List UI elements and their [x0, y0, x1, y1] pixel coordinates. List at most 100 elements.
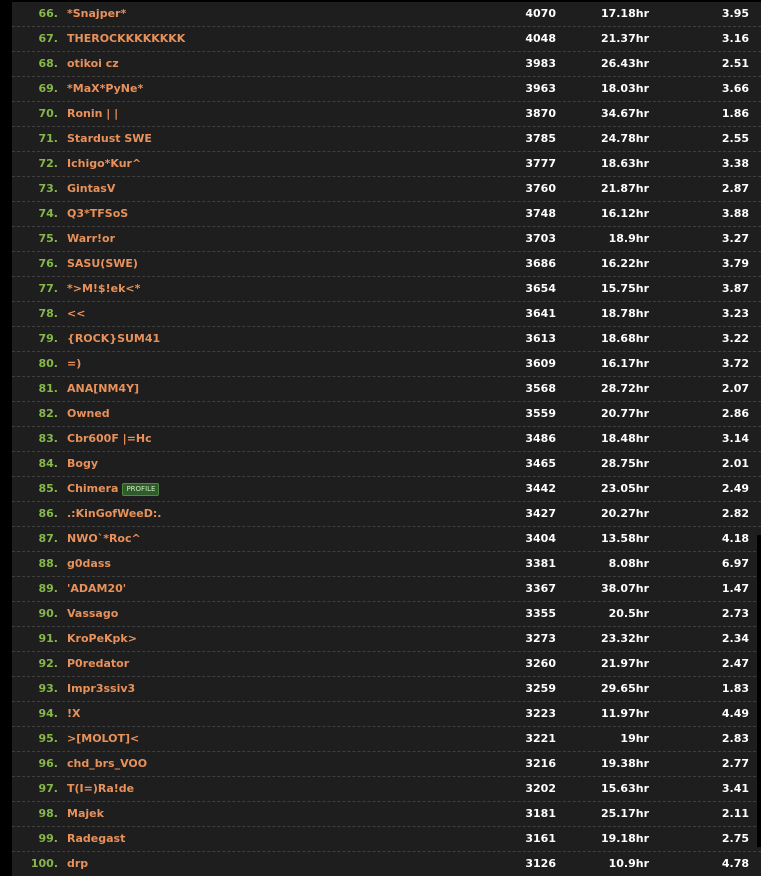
- player-name-link[interactable]: Bogy: [67, 452, 98, 476]
- player-score: 3367: [525, 582, 556, 595]
- player-name-link[interactable]: Cbr600F |=Hc: [67, 427, 152, 451]
- player-time: 34.67hr: [600, 107, 649, 120]
- player-ratio: 3.88: [721, 207, 749, 220]
- player-row: 74. Q3*TFSoS 3748 16.12hr 3.88: [12, 202, 761, 227]
- player-score: 3404: [525, 532, 556, 545]
- player-ratio: 1.86: [721, 107, 749, 120]
- player-ratio: 2.77: [721, 757, 749, 770]
- player-row: 82. Owned 3559 20.77hr 2.86: [12, 402, 761, 427]
- player-name-link[interactable]: .:KinGofWeeD:.: [67, 502, 161, 526]
- player-score: 3202: [525, 782, 556, 795]
- player-row: 67. THEROCKKKKKKKK 4048 21.37hr 3.16: [12, 27, 761, 52]
- player-score: 3568: [525, 382, 556, 395]
- player-time: 16.22hr: [600, 257, 649, 270]
- player-name: SASU(SWE): [67, 257, 138, 270]
- player-score: 3216: [525, 757, 556, 770]
- profile-badge[interactable]: PROFILE: [122, 483, 160, 496]
- player-name-link[interactable]: KroPeKpk>: [67, 627, 137, 651]
- player-row: 79. {ROCK}SUM41 3613 18.68hr 3.22: [12, 327, 761, 352]
- player-ratio: 3.72: [721, 357, 749, 370]
- player-name-link[interactable]: =): [67, 352, 81, 376]
- player-row: 94. !X 3223 11.97hr 4.49: [12, 702, 761, 727]
- player-name: *>M!$!ek<*: [67, 282, 141, 295]
- player-ratio: 3.16: [721, 32, 749, 45]
- player-time: 18.78hr: [600, 307, 649, 320]
- player-rank: 76.: [38, 257, 59, 270]
- player-row: 93. Impr3ssiv3 3259 29.65hr 1.83: [12, 677, 761, 702]
- player-score: 3181: [525, 807, 556, 820]
- player-ratio: 2.51: [721, 57, 749, 70]
- player-score: 3442: [525, 482, 556, 495]
- player-name-link[interactable]: THEROCKKKKKKKK: [67, 27, 185, 51]
- player-name-link[interactable]: chd_brs_VOO: [67, 752, 147, 776]
- player-time: 18.9hr: [608, 232, 649, 245]
- player-rank: 71.: [38, 132, 59, 145]
- player-score: 3126: [525, 857, 556, 870]
- player-name-link[interactable]: Owned: [67, 402, 110, 426]
- player-row: 99. Radegast 3161 19.18hr 2.75: [12, 827, 761, 852]
- player-ratio: 1.47: [721, 582, 749, 595]
- player-name-link[interactable]: drp: [67, 852, 88, 876]
- player-name-link[interactable]: !X: [67, 702, 81, 726]
- player-name-link[interactable]: *Snajper*: [67, 2, 126, 26]
- player-name: <<: [67, 307, 86, 320]
- player-name-link[interactable]: Q3*TFSoS: [67, 202, 128, 226]
- player-name: chd_brs_VOO: [67, 757, 148, 770]
- player-name-link[interactable]: NWO`*Roc^: [67, 527, 141, 551]
- player-name-link[interactable]: SASU(SWE): [67, 252, 138, 276]
- player-score: 3686: [525, 257, 556, 270]
- player-name-link[interactable]: P0redator: [67, 652, 129, 676]
- player-row: 76. SASU(SWE) 3686 16.22hr 3.79: [12, 252, 761, 277]
- player-name-link[interactable]: Impr3ssiv3: [67, 677, 135, 701]
- player-name-link[interactable]: 'ADAM20': [67, 577, 126, 601]
- player-name-link[interactable]: Chimera PROFILE: [67, 477, 160, 501]
- player-time: 10.9hr: [608, 857, 649, 870]
- player-time: 29.65hr: [600, 682, 649, 695]
- player-rank: 99.: [38, 832, 59, 845]
- player-name: =): [67, 357, 82, 370]
- player-rank: 70.: [38, 107, 59, 120]
- player-score: 3161: [525, 832, 556, 845]
- player-row: 84. Bogy 3465 28.75hr 2.01: [12, 452, 761, 477]
- page-edge: [757, 535, 761, 847]
- player-name-link[interactable]: Stardust SWE: [67, 127, 152, 151]
- player-rank: 98.: [38, 807, 59, 820]
- player-name: Ichigo*Kur^: [67, 157, 142, 170]
- player-time: 16.12hr: [600, 207, 649, 220]
- player-name-link[interactable]: <<: [67, 302, 85, 326]
- player-name-link[interactable]: g0dass: [67, 552, 111, 576]
- player-ratio: 2.86: [721, 407, 749, 420]
- player-time: 19.18hr: [600, 832, 649, 845]
- player-name: P0redator: [67, 657, 130, 670]
- player-name-link[interactable]: Radegast: [67, 827, 125, 851]
- player-name-link[interactable]: *MaX*PyNe*: [67, 77, 143, 101]
- player-row: 70. Ronin | | 3870 34.67hr 1.86: [12, 102, 761, 127]
- player-name-link[interactable]: Ronin | |: [67, 102, 118, 126]
- player-name: *Snajper*: [67, 7, 127, 20]
- player-time: 16.17hr: [600, 357, 649, 370]
- player-rank: 75.: [38, 232, 59, 245]
- player-row: 86. .:KinGofWeeD:. 3427 20.27hr 2.82: [12, 502, 761, 527]
- player-name: Impr3ssiv3: [67, 682, 136, 695]
- player-name-link[interactable]: {ROCK}SUM41: [67, 327, 160, 351]
- player-score: 3654: [525, 282, 556, 295]
- player-name-link[interactable]: T(I=)Ra!de: [67, 777, 134, 801]
- player-name-link[interactable]: Majek: [67, 802, 104, 826]
- player-name-link[interactable]: ANA[NM4Y]: [67, 377, 139, 401]
- player-name-link[interactable]: >[MOLOT]<: [67, 727, 139, 751]
- player-name-link[interactable]: Vassago: [67, 602, 118, 626]
- player-name-link[interactable]: Warr!or: [67, 227, 115, 251]
- player-ratio: 3.87: [721, 282, 749, 295]
- player-name: Q3*TFSoS: [67, 207, 129, 220]
- player-name-link[interactable]: Ichigo*Kur^: [67, 152, 141, 176]
- player-time: 18.63hr: [600, 157, 649, 170]
- player-row: 77. *>M!$!ek<* 3654 15.75hr 3.87: [12, 277, 761, 302]
- player-rank: 66.: [38, 7, 59, 20]
- player-score: 3609: [525, 357, 556, 370]
- player-name-link[interactable]: GintasV: [67, 177, 115, 201]
- player-row: 72. Ichigo*Kur^ 3777 18.63hr 3.38: [12, 152, 761, 177]
- player-row: 90. Vassago 3355 20.5hr 2.73: [12, 602, 761, 627]
- player-name-link[interactable]: otikoi cz: [67, 52, 119, 76]
- player-name: THEROCKKKKKKKK: [67, 32, 186, 45]
- player-name-link[interactable]: *>M!$!ek<*: [67, 277, 140, 301]
